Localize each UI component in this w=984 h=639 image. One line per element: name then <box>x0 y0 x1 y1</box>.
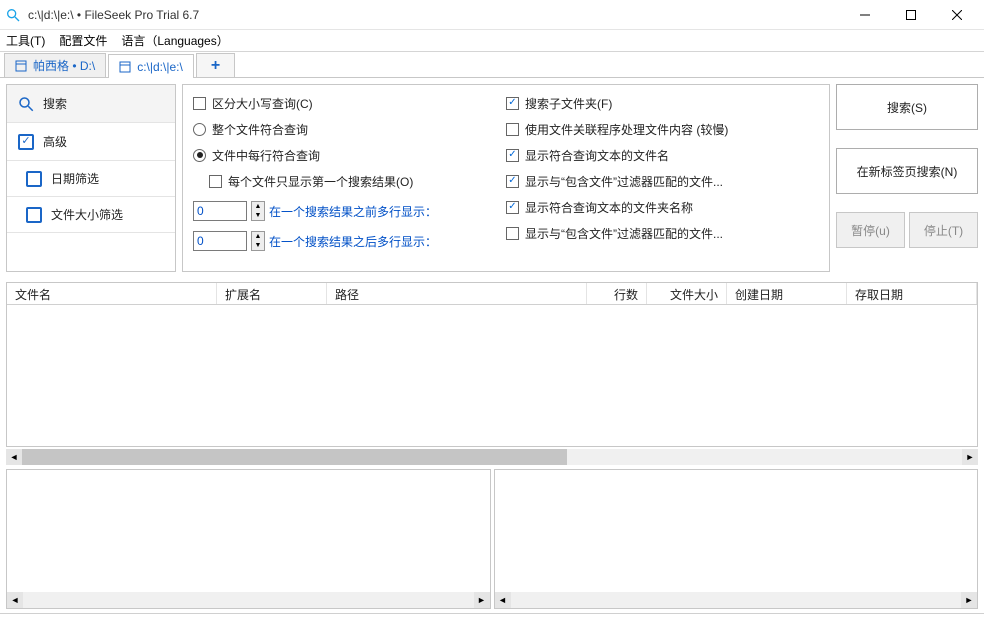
new-tab-button[interactable]: + <box>196 53 235 77</box>
col-path[interactable]: 路径 <box>327 283 587 304</box>
search-button[interactable]: 搜索(S) <box>836 84 978 130</box>
before-label: 在一个搜索结果之前多行显示： <box>269 203 437 220</box>
before-lines-input[interactable] <box>193 201 247 221</box>
opt-first-only[interactable]: 每个文件只显示第一个搜索结果(O) <box>193 171 506 191</box>
search-icon <box>17 95 35 113</box>
side-item-advanced[interactable]: ✓ 高级 <box>7 123 175 161</box>
before-spinner[interactable]: ▲▼ <box>251 201 265 221</box>
col-lines[interactable]: 行数 <box>587 283 647 304</box>
action-panel: 搜索(S) 在新标签页搜索(N) 暂停(u) 停止(T) <box>836 84 978 272</box>
opt-case-label: 区分大小写查询(C) <box>212 95 313 112</box>
checkbox-icon[interactable] <box>193 97 206 110</box>
side-size-label: 文件大小筛选 <box>51 206 123 223</box>
maximize-button[interactable] <box>888 1 934 29</box>
preview-right-hscroll[interactable]: ◄► <box>495 592 978 608</box>
window-title: c:\|d:\|e:\ • FileSeek Pro Trial 6.7 <box>28 8 842 22</box>
horizontal-scrollbar[interactable]: ◄ ► <box>6 449 978 465</box>
preview-right-pane: ◄► <box>494 469 979 609</box>
opt-handler-label: 使用文件关联程序处理文件内容 (较慢) <box>525 121 728 138</box>
opt-file-handler[interactable]: 使用文件关联程序处理文件内容 (较慢) <box>506 119 819 139</box>
opt-show-include-files[interactable]: 显示与“包含文件”过滤器匹配的文件... <box>506 171 819 191</box>
scroll-left-icon[interactable]: ◄ <box>6 449 22 465</box>
radio-icon[interactable] <box>193 149 206 162</box>
opt-foldername-label: 显示符合查询文本的文件夹名称 <box>525 199 693 216</box>
after-lines-input[interactable] <box>193 231 247 251</box>
preview-left-pane: ◄► <box>6 469 491 609</box>
scroll-thumb[interactable] <box>22 449 567 465</box>
opt-firstonly-label: 每个文件只显示第一个搜索结果(O) <box>228 173 413 190</box>
side-item-search[interactable]: 搜索 <box>7 85 175 123</box>
opt-show-filename[interactable]: 显示符合查询文本的文件名 <box>506 145 819 165</box>
opt-filename-label: 显示符合查询文本的文件名 <box>525 147 669 164</box>
col-created[interactable]: 创建日期 <box>727 283 847 304</box>
minimize-button[interactable] <box>842 1 888 29</box>
col-ext[interactable]: 扩展名 <box>217 283 327 304</box>
opt-whole-file[interactable]: 整个文件符合查询 <box>193 119 506 139</box>
opt-incfolders-label: 显示与“包含文件”过滤器匹配的文件... <box>525 225 723 242</box>
tab-1[interactable]: 帕西格 • D:\ <box>4 53 106 77</box>
tab-2[interactable]: c:\|d:\|e:\ <box>108 54 194 78</box>
results-table: 文件名 扩展名 路径 行数 文件大小 创建日期 存取日期 <box>6 282 978 447</box>
opt-whole-label: 整个文件符合查询 <box>212 121 308 138</box>
opt-incfiles-label: 显示与“包含文件”过滤器匹配的文件... <box>525 173 723 190</box>
tab-2-label: c:\|d:\|e:\ <box>137 60 183 74</box>
tabstrip: 帕西格 • D:\ c:\|d:\|e:\ + <box>0 52 984 78</box>
menu-tools[interactable]: 工具(T) <box>6 32 45 49</box>
side-item-date-filter[interactable]: 日期筛选 <box>7 161 175 197</box>
side-panel: 搜索 ✓ 高级 日期筛选 文件大小筛选 <box>6 84 176 272</box>
radio-icon[interactable] <box>193 123 206 136</box>
side-item-size-filter[interactable]: 文件大小筛选 <box>7 197 175 233</box>
checkbox-icon[interactable] <box>506 175 519 188</box>
tab-1-label: 帕西格 • D:\ <box>33 57 95 74</box>
stop-button[interactable]: 停止(T) <box>909 212 978 248</box>
col-filename[interactable]: 文件名 <box>7 283 217 304</box>
table-body <box>7 305 977 446</box>
scroll-right-icon[interactable]: ► <box>962 449 978 465</box>
pause-button[interactable]: 暂停(u) <box>836 212 905 248</box>
tab-page-icon <box>15 60 27 72</box>
preview-area: ◄► ◄► <box>6 469 978 609</box>
after-spinner[interactable]: ▲▼ <box>251 231 265 251</box>
after-label: 在一个搜索结果之后多行显示： <box>269 233 437 250</box>
opt-show-foldername[interactable]: 显示符合查询文本的文件夹名称 <box>506 197 819 217</box>
opt-eachline-label: 文件中每行符合查询 <box>212 147 320 164</box>
checkbox-icon[interactable] <box>209 175 222 188</box>
col-accessed[interactable]: 存取日期 <box>847 283 977 304</box>
opt-case-sensitive[interactable]: 区分大小写查询(C) <box>193 93 506 113</box>
opt-subfolders-label: 搜索子文件夹(F) <box>525 95 612 112</box>
col-size[interactable]: 文件大小 <box>647 283 727 304</box>
side-search-label: 搜索 <box>43 95 67 112</box>
search-new-tab-button[interactable]: 在新标签页搜索(N) <box>836 148 978 194</box>
checkbox-icon[interactable] <box>506 123 519 136</box>
app-icon <box>4 6 22 24</box>
advanced-icon: ✓ <box>17 133 35 151</box>
close-button[interactable] <box>934 1 980 29</box>
opt-subfolders[interactable]: 搜索子文件夹(F) <box>506 93 819 113</box>
menu-language[interactable]: 语言（Languages） <box>121 32 228 49</box>
checkbox-icon[interactable] <box>506 149 519 162</box>
status-bar <box>0 613 984 633</box>
checkbox-icon[interactable] <box>506 97 519 110</box>
side-advanced-label: 高级 <box>43 133 67 150</box>
checkbox-icon[interactable] <box>506 227 519 240</box>
side-date-label: 日期筛选 <box>51 170 99 187</box>
menu-profiles[interactable]: 配置文件 <box>59 32 107 49</box>
options-panel: 区分大小写查询(C) 整个文件符合查询 文件中每行符合查询 每个文件只显示第一个… <box>182 84 830 272</box>
menubar: 工具(T) 配置文件 语言（Languages） <box>0 30 984 52</box>
titlebar: c:\|d:\|e:\ • FileSeek Pro Trial 6.7 <box>0 0 984 30</box>
opt-each-line[interactable]: 文件中每行符合查询 <box>193 145 506 165</box>
opt-show-include-folders[interactable]: 显示与“包含文件”过滤器匹配的文件... <box>506 223 819 243</box>
size-filter-icon <box>25 206 43 224</box>
date-filter-icon <box>25 170 43 188</box>
table-header: 文件名 扩展名 路径 行数 文件大小 创建日期 存取日期 <box>7 283 977 305</box>
checkbox-icon[interactable] <box>506 201 519 214</box>
preview-left-hscroll[interactable]: ◄► <box>7 592 490 608</box>
tab-page-icon <box>119 61 131 73</box>
